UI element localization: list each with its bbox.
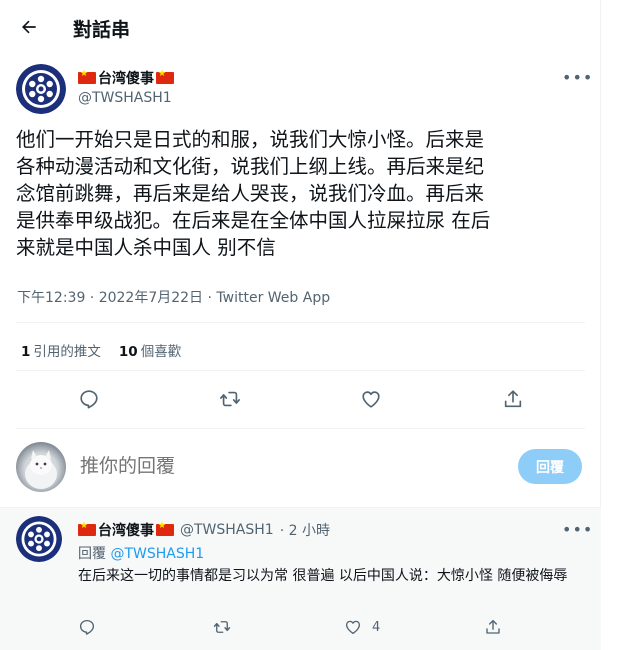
tweet-timestamp[interactable]: 下午12:39 · 2022年7月22日 · Twitter Web App (17, 287, 330, 307)
divider (16, 370, 585, 371)
tweet-text: 他们一开始只是日式的和服，说我们大惊小怪。后来是 各种动漫活动和文化街，说我们上… (16, 128, 491, 259)
replying-to: 回覆 @TWSHASH1 (78, 546, 205, 562)
conversation-column: 對話串 台湾傻事 @TWSHASH1 ••• 他们一开始只是日式的和服，说我们大… (0, 0, 601, 650)
share-button[interactable] (499, 385, 527, 413)
seal-logo-icon (16, 516, 62, 562)
seal-logo-icon (16, 64, 66, 114)
back-arrow-icon (22, 20, 36, 34)
my-avatar[interactable] (16, 442, 66, 492)
display-name[interactable]: 台湾傻事 (78, 68, 174, 88)
reply-handle[interactable]: @TWSHASH1 (180, 522, 274, 538)
retweet-icon (220, 391, 240, 407)
user-handle[interactable]: @TWSHASH1 (78, 90, 172, 106)
share-icon (504, 390, 522, 408)
reply-input[interactable] (80, 455, 480, 477)
divider (16, 428, 585, 429)
reply-submit-button[interactable]: 回覆 (518, 449, 582, 484)
avatar[interactable] (16, 64, 66, 114)
replying-to-handle[interactable]: @TWSHASH1 (110, 546, 204, 562)
divider (16, 322, 585, 323)
like-button[interactable] (357, 385, 385, 413)
reply-icon (80, 390, 98, 409)
retweet-icon (213, 621, 231, 633)
reply-text: 在后来这一切的事情都是习以为常 很普遍 以后中国人说：大惊小怪 随便被侮辱 (78, 568, 568, 584)
reply-icon (79, 619, 95, 635)
more-icon[interactable]: ••• (562, 68, 593, 87)
reply-actions: 4 (0, 616, 601, 638)
like-icon (362, 391, 380, 408)
reply-time[interactable]: · 2 小時 (280, 520, 330, 540)
reply-button[interactable] (75, 385, 103, 413)
reply-like-count: 4 (372, 619, 381, 635)
share-icon (486, 619, 500, 634)
share-button[interactable] (484, 616, 502, 638)
page-title: 對話串 (73, 19, 131, 41)
reply-avatar[interactable] (16, 516, 62, 562)
flag-icon (156, 69, 174, 84)
flag-icon (156, 521, 174, 536)
flag-icon (78, 521, 96, 536)
tweet-actions (0, 385, 601, 413)
flag-icon (78, 69, 96, 84)
quote-count[interactable]: 1 引用的推文 (21, 340, 101, 360)
cat-avatar-icon (25, 450, 57, 489)
more-icon[interactable]: ••• (562, 520, 593, 539)
like-count[interactable]: 10 個喜歡 (119, 340, 181, 360)
retweet-button[interactable] (212, 616, 232, 638)
like-icon (345, 620, 361, 635)
back-button[interactable] (16, 14, 42, 40)
display-name-text: 台湾傻事 (98, 71, 154, 87)
reply-button[interactable] (78, 616, 96, 638)
like-button[interactable]: 4 (344, 616, 380, 638)
reply-display-name[interactable]: 台湾傻事 (98, 520, 154, 540)
retweet-button[interactable] (216, 385, 244, 413)
header: 對話串 (0, 0, 601, 53)
tweet-stats: 1 引用的推文 10 個喜歡 (21, 340, 181, 360)
reply-header: 台湾傻事 @TWSHASH1 · 2 小時 (78, 520, 330, 540)
